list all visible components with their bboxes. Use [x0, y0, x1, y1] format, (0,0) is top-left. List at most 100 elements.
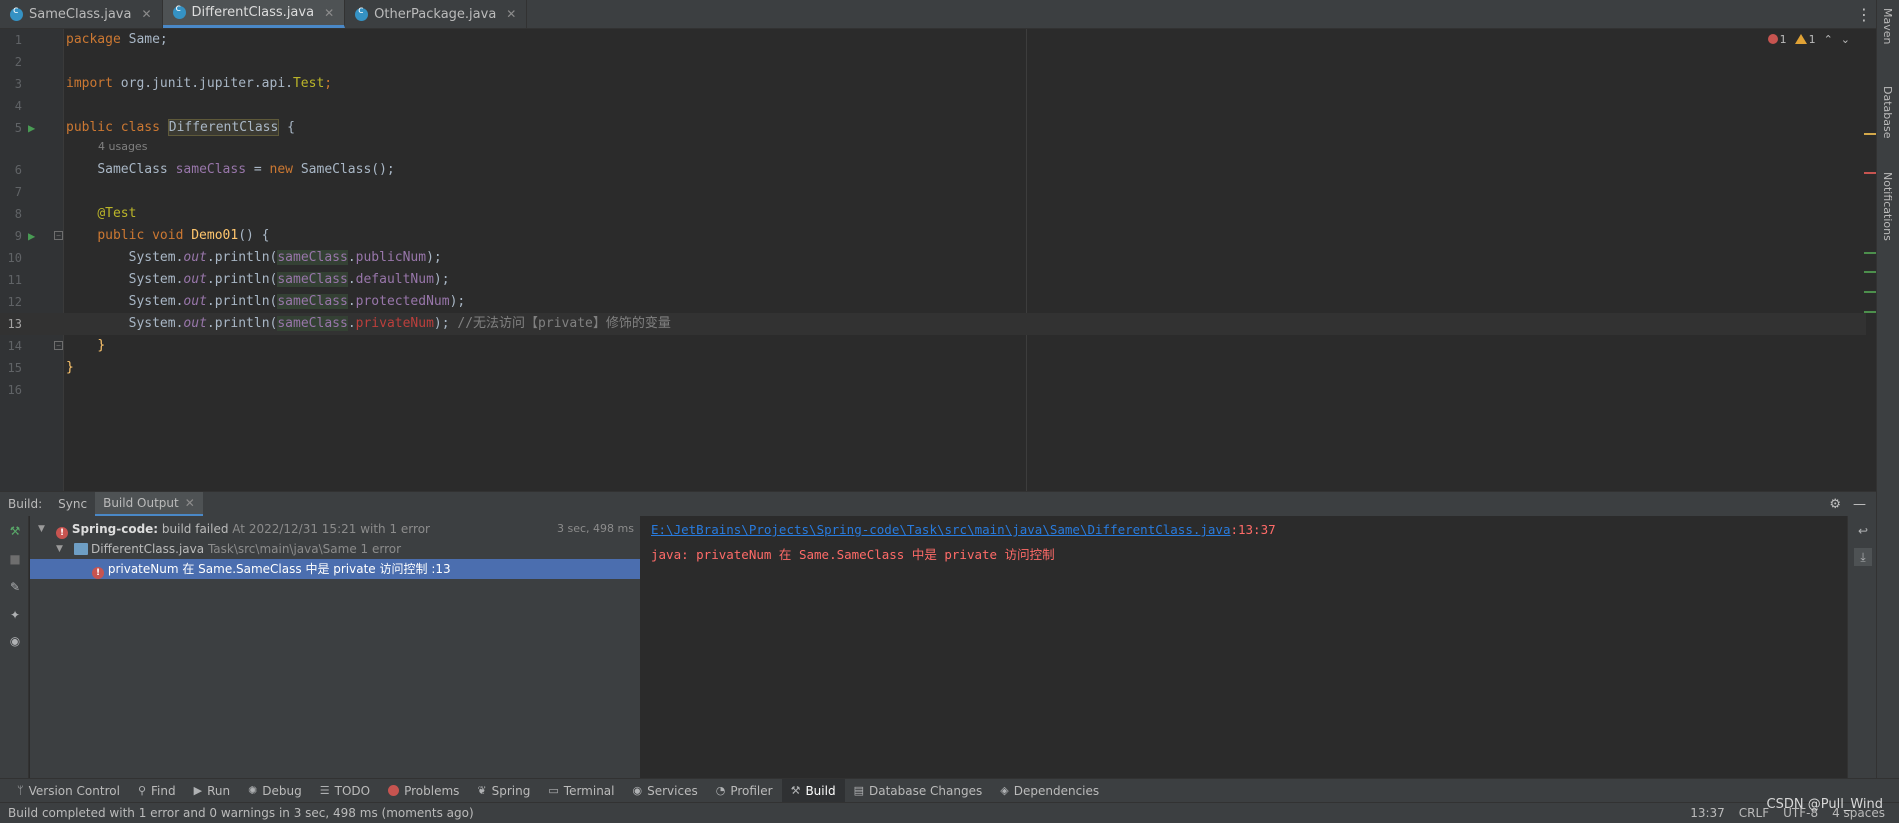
tab-otherpackage[interactable]: OtherPackage.java ✕	[345, 0, 528, 28]
watermark: CSDN @Pull_Wind	[1766, 797, 1883, 812]
tab-label: OtherPackage.java	[374, 6, 497, 22]
tool-dependencies[interactable]: ◈ Dependencies	[991, 779, 1108, 803]
soft-wrap-icon[interactable]: ↩	[1854, 522, 1872, 540]
change-mark[interactable]	[1864, 311, 1876, 313]
line-separator[interactable]: CRLF	[1739, 806, 1769, 820]
tab-build-output[interactable]: Build Output ✕	[95, 491, 203, 517]
error-icon: !	[92, 567, 104, 579]
database-tool-button[interactable]: Database	[1881, 86, 1894, 139]
tool-spring[interactable]: ❦ Spring	[468, 779, 539, 803]
stop-icon[interactable]: ■	[8, 552, 22, 566]
tab-label: SameClass.java	[29, 6, 132, 22]
code-line: 3 import org.junit.jupiter.api.Test;	[14, 76, 333, 91]
close-icon[interactable]: ✕	[185, 496, 195, 510]
tree-error-row[interactable]: ! privateNum 在 Same.SameClass 中是 private…	[30, 559, 640, 579]
search-icon: ⚲	[137, 784, 146, 797]
close-icon[interactable]: ✕	[141, 7, 151, 21]
list-icon: ☰	[319, 784, 330, 797]
change-mark[interactable]	[1864, 252, 1876, 254]
fold-icon[interactable]: −	[54, 231, 63, 240]
tool-profiler[interactable]: ◔ Profiler	[707, 779, 782, 803]
error-stripe[interactable]	[1864, 29, 1876, 491]
dependencies-icon: ◈	[1000, 784, 1009, 797]
change-mark[interactable]	[1864, 271, 1876, 273]
tool-terminal[interactable]: ▭ Terminal	[539, 779, 623, 803]
tool-todo[interactable]: ☰ TODO	[311, 779, 379, 803]
code-line: 15 }	[7, 360, 74, 375]
code-line: 9 ▶ − public void Demo01() {	[14, 228, 270, 243]
build-toolbar: ⚒ ■ ✎ ✦ ◉	[0, 516, 29, 778]
pin-icon[interactable]: ✦	[8, 608, 22, 622]
code-line: 7	[14, 185, 22, 199]
run-gutter-icon[interactable]: ▶	[28, 121, 42, 135]
tool-find[interactable]: ⚲ Find	[129, 779, 185, 803]
code-line: 5 ▶ public class DifferentClass {	[14, 119, 295, 136]
code-line: 14 − }	[7, 338, 106, 353]
code-line: 8 @Test	[14, 206, 137, 221]
hammer-icon[interactable]: ⚒	[8, 524, 22, 538]
tree-file-row[interactable]: ▼ DifferentClass.java Task\src\main\java…	[30, 539, 640, 559]
code-line: 2	[14, 55, 22, 69]
tool-version-control[interactable]: ᛘ Version Control	[8, 779, 129, 803]
code-line: 4	[14, 99, 22, 113]
build-console-output[interactable]: E:\JetBrains\Projects\Spring-code\Task\s…	[641, 516, 1847, 778]
wrench-icon[interactable]: ✎	[8, 580, 22, 594]
close-icon[interactable]: ✕	[506, 7, 516, 21]
tab-differentclass[interactable]: DifferentClass.java ✕	[162, 0, 346, 28]
java-file-icon	[74, 543, 88, 555]
code-line: 11 System.out.println(sameClass.defaultN…	[7, 272, 450, 287]
file-link[interactable]: E:\JetBrains\Projects\Spring-code\Task\s…	[651, 522, 1230, 537]
maven-tool-button[interactable]: Maven	[1881, 8, 1894, 44]
tree-root-row[interactable]: ▼ ! Spring-code: build failed At 2022/12…	[30, 519, 640, 539]
run-gutter-icon[interactable]: ▶	[28, 229, 42, 243]
tool-run[interactable]: ▶ Run	[185, 779, 239, 803]
console-line-path: E:\JetBrains\Projects\Spring-code\Task\s…	[651, 522, 1276, 537]
services-icon: ◉	[632, 784, 643, 797]
warning-mark[interactable]	[1864, 133, 1876, 135]
tool-database-changes[interactable]: ▤ Database Changes	[845, 779, 992, 803]
tool-build[interactable]: ⚒ Build	[781, 778, 845, 803]
gear-icon[interactable]: ⚙	[1829, 497, 1841, 512]
minimize-icon[interactable]: —	[1853, 497, 1866, 512]
code-editor[interactable]: 1 1 ⌃ ⌄ 1 package Same; 2 3 import org.j…	[0, 29, 1876, 491]
run-icon: ▶	[193, 784, 203, 797]
usages-hint[interactable]: 4 usages	[98, 140, 147, 153]
error-mark[interactable]	[1864, 172, 1876, 174]
java-class-icon	[172, 3, 186, 19]
code-line: 10 System.out.println(sameClass.publicNu…	[7, 250, 442, 265]
tab-sameclass[interactable]: SameClass.java ✕	[0, 0, 163, 28]
more-options-icon[interactable]: ⋮	[1852, 0, 1876, 28]
build-label: Build:	[8, 497, 43, 511]
chevron-down-icon[interactable]: ▼	[56, 539, 63, 559]
tool-services[interactable]: ◉ Services	[624, 779, 707, 803]
eye-icon[interactable]: ◉	[8, 634, 22, 648]
status-message[interactable]: Build completed with 1 error and 0 warni…	[8, 806, 474, 820]
tool-debug[interactable]: ✺ Debug	[239, 779, 311, 803]
tab-label: DifferentClass.java	[191, 5, 315, 20]
build-tool-header: Build: Sync Build Output ✕ ⚙ —	[0, 491, 1876, 517]
status-bar: Build completed with 1 error and 0 warni…	[0, 802, 1899, 823]
code-line: 1 package Same;	[14, 32, 168, 47]
hammer-icon: ⚒	[790, 784, 801, 797]
fold-icon[interactable]: −	[54, 341, 63, 350]
java-class-icon	[355, 5, 369, 21]
problems-icon	[388, 785, 400, 796]
close-icon[interactable]: ✕	[324, 6, 334, 20]
version-control-icon: ᛘ	[17, 784, 24, 797]
bug-icon: ✺	[248, 784, 258, 797]
chevron-down-icon[interactable]: ▼	[38, 519, 45, 539]
error-icon: !	[56, 527, 68, 539]
right-tool-stripe: Maven Database Notifications	[1876, 0, 1899, 778]
editor-tabs: SameClass.java ✕ DifferentClass.java ✕ O…	[0, 0, 1876, 29]
code-line: 12 System.out.println(sameClass.protecte…	[7, 294, 466, 309]
console-line-error: java: privateNum 在 Same.SameClass 中是 pri…	[651, 547, 1055, 562]
change-mark[interactable]	[1864, 291, 1876, 293]
caret-position[interactable]: 13:37	[1690, 806, 1725, 820]
code-line: 16	[7, 383, 22, 397]
terminal-icon: ▭	[548, 784, 559, 797]
tool-window-bar: ᛘ Version Control ⚲ Find ▶ Run ✺ Debug ☰ TODO…	[0, 778, 1899, 803]
tab-sync[interactable]: Sync	[50, 492, 95, 517]
tool-problems[interactable]: Problems	[379, 779, 468, 803]
scroll-to-end-icon[interactable]: ⤓	[1854, 548, 1872, 566]
notifications-tool-button[interactable]: Notifications	[1881, 172, 1894, 241]
